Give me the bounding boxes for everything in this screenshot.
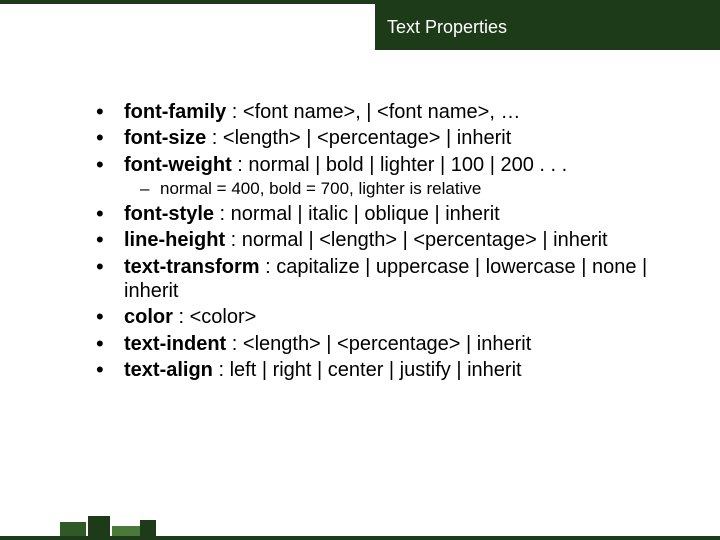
property-name: font-size — [124, 127, 206, 149]
property-desc: : <length> | <percentage> | inherit — [226, 333, 531, 355]
list-item: font-size : <length> | <percentage> | in… — [96, 126, 686, 150]
property-desc: : <color> — [173, 306, 256, 328]
property-desc: : normal | <length> | <percentage> | inh… — [225, 229, 608, 251]
list-item: text-transform : capitalize | uppercase … — [96, 255, 686, 304]
property-name: font-weight — [124, 154, 232, 176]
slide-title: Text Properties — [387, 17, 507, 38]
property-desc: : left | right | center | justify | inhe… — [213, 359, 522, 381]
list-item: font-style : normal | italic | oblique |… — [96, 202, 686, 226]
property-name: line-height — [124, 229, 225, 251]
property-name: font-family — [124, 101, 226, 123]
property-desc: : normal | bold | lighter | 100 | 200 . … — [232, 154, 567, 176]
bottom-stripe — [0, 536, 720, 540]
list-item: line-height : normal | <length> | <perce… — [96, 228, 686, 252]
list-item: text-align : left | right | center | jus… — [96, 358, 686, 382]
sub-list-item: normal = 400, bold = 700, lighter is rel… — [124, 179, 686, 200]
list-item: color : <color> — [96, 305, 686, 329]
list-item: font-family : <font name>, | <font name>… — [96, 100, 686, 124]
bullet-list: font-family : <font name>, | <font name>… — [96, 100, 686, 383]
bottom-decoration — [0, 508, 720, 540]
property-name: color — [124, 306, 173, 328]
sub-list: normal = 400, bold = 700, lighter is rel… — [124, 179, 686, 200]
list-item: text-indent : <length> | <percentage> | … — [96, 332, 686, 356]
property-desc: : <font name>, | <font name>, … — [226, 101, 520, 123]
property-name: text-align — [124, 359, 213, 381]
property-name: font-style — [124, 203, 214, 225]
slide-title-box: Text Properties — [375, 4, 720, 50]
property-desc: : <length> | <percentage> | inherit — [206, 127, 511, 149]
property-desc: : normal | italic | oblique | inherit — [214, 203, 500, 225]
property-name: text-indent — [124, 333, 226, 355]
list-item: font-weight : normal | bold | lighter | … — [96, 153, 686, 200]
slide-content: font-family : <font name>, | <font name>… — [96, 100, 686, 385]
property-name: text-transform — [124, 256, 260, 278]
